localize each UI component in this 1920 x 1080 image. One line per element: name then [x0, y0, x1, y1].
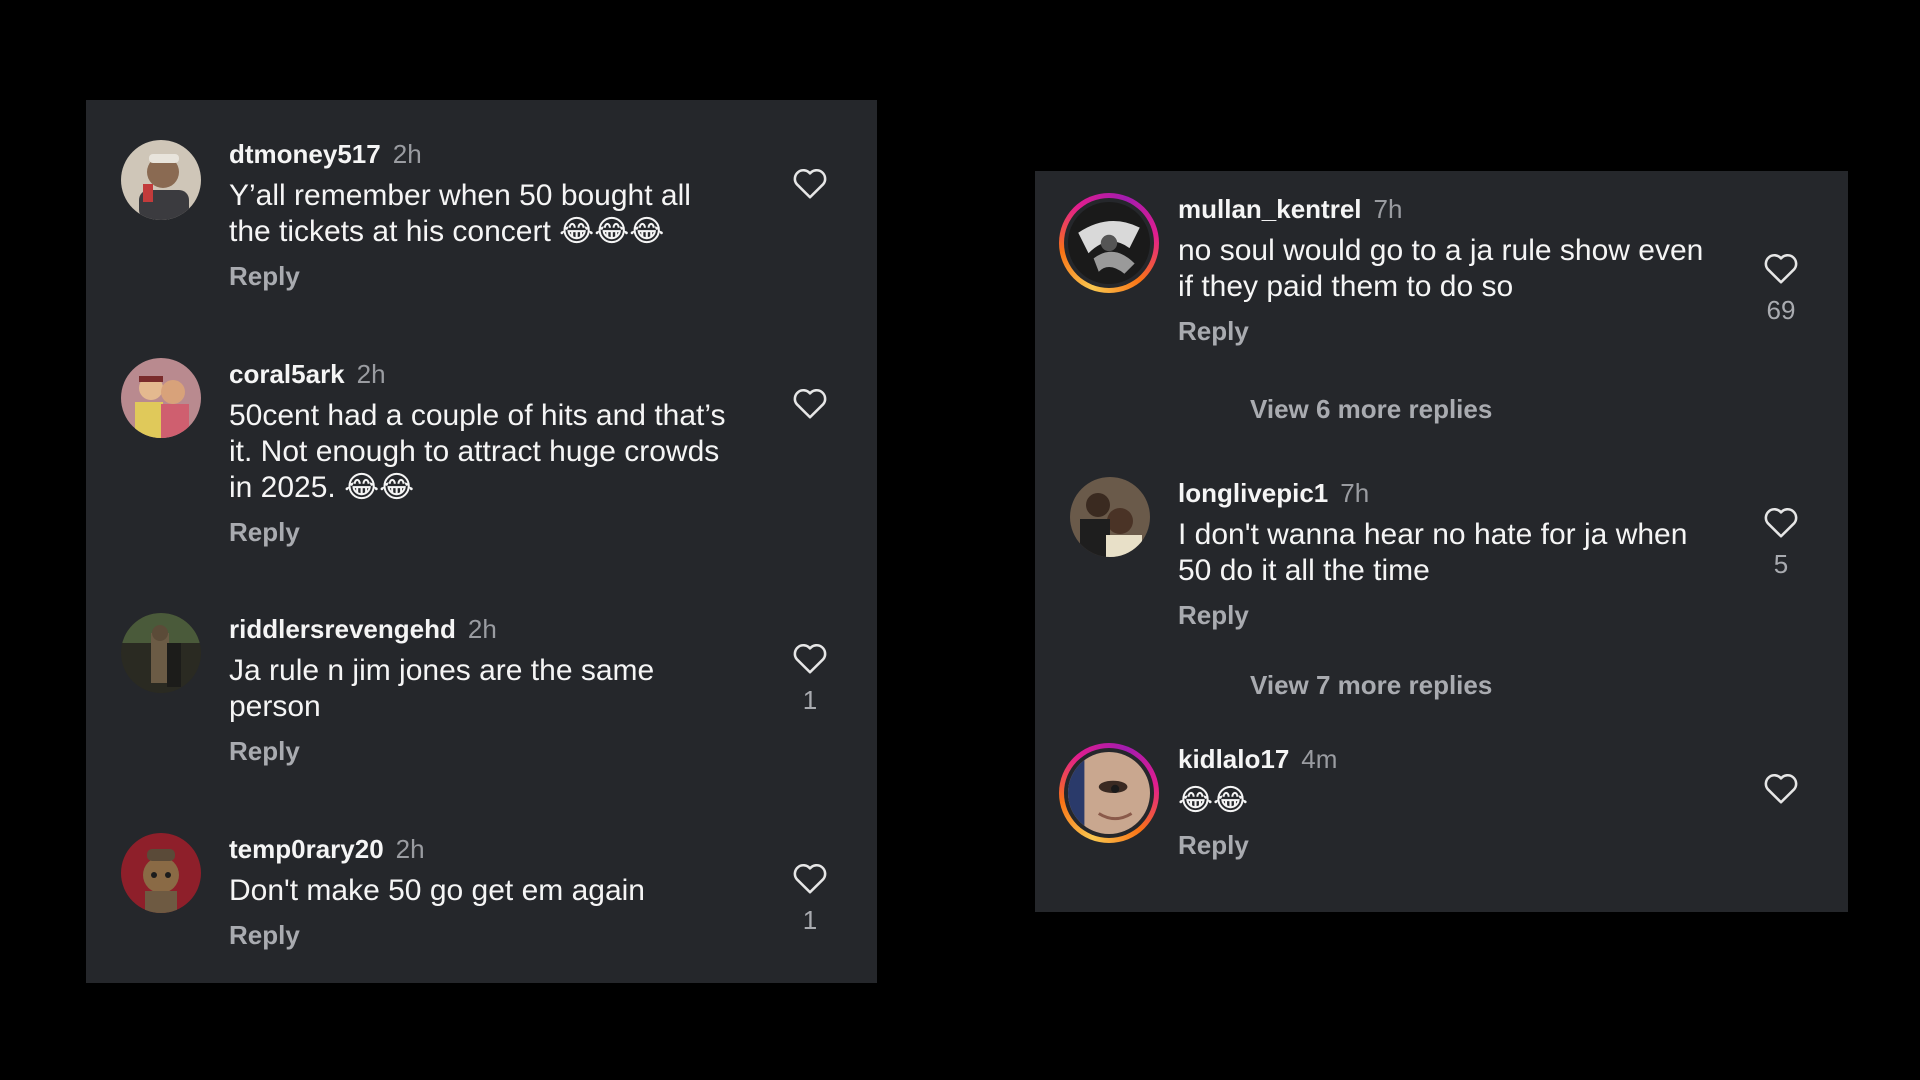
timestamp: 2h — [467, 614, 497, 644]
comment-text: I don't wanna hear no hate for ja when 5… — [1178, 518, 1688, 587]
timestamp: 2h — [356, 359, 386, 389]
heart-icon[interactable] — [792, 386, 828, 420]
username[interactable]: dtmoney517 — [229, 139, 381, 169]
avatar[interactable] — [121, 140, 201, 220]
like-control — [785, 166, 835, 200]
avatar[interactable] — [121, 358, 201, 438]
comment-header: coral5ark 2h — [229, 358, 737, 390]
timestamp: 7h — [1340, 478, 1370, 508]
comment-header: dtmoney517 2h — [229, 138, 737, 170]
username[interactable]: kidlalo17 — [1178, 744, 1289, 774]
comment-text: no soul would go to a ja rule show even … — [1178, 234, 1704, 303]
left-comments-panel: dtmoney517 2h Y’all remember when 50 boug… — [86, 100, 877, 983]
reply-button[interactable]: Reply — [1178, 315, 1249, 347]
comment-text: Y’all remember when 50 bought all the ti… — [229, 179, 691, 248]
like-control: 5 — [1756, 505, 1806, 579]
heart-icon[interactable] — [1763, 505, 1799, 539]
heart-icon[interactable] — [792, 641, 828, 675]
comment-header: temp0rary20 2h — [229, 833, 737, 865]
username[interactable]: riddlersrevengehd — [229, 614, 456, 644]
avatar-image — [1068, 752, 1150, 834]
like-control: 69 — [1756, 251, 1806, 325]
like-control: 1 — [785, 861, 835, 935]
heart-icon[interactable] — [1763, 251, 1799, 285]
avatar-image — [1068, 202, 1150, 284]
view-more-replies-button[interactable]: View 7 more replies — [1250, 669, 1492, 701]
avatar-image — [121, 140, 201, 220]
comment-header: kidlalo17 4m — [1178, 743, 1708, 775]
like-control: 1 — [785, 641, 835, 715]
comment-text: 50cent had a couple of hits and that’s i… — [229, 399, 726, 504]
comment-text: Don't make 50 go get em again — [229, 874, 645, 907]
avatar-image — [1070, 477, 1150, 557]
username[interactable]: mullan_kentrel — [1178, 194, 1362, 224]
like-count: 1 — [802, 685, 818, 715]
right-comments-panel: mullan_kentrel 7h no soul would go to a j… — [1035, 171, 1848, 912]
timestamp: 4m — [1301, 744, 1338, 774]
avatar[interactable] — [121, 613, 201, 693]
timestamp: 2h — [395, 834, 425, 864]
like-count: 69 — [1766, 295, 1796, 325]
username[interactable]: longlivepic1 — [1178, 478, 1328, 508]
reply-button[interactable]: Reply — [1178, 599, 1249, 631]
avatar[interactable] — [1070, 477, 1150, 557]
username[interactable]: coral5ark — [229, 359, 345, 389]
reply-button[interactable]: Reply — [1178, 829, 1249, 861]
story-avatar[interactable] — [1059, 193, 1159, 293]
comment-text: Ja rule n jim jones are the same person — [229, 654, 655, 723]
like-control — [1756, 771, 1806, 805]
story-avatar[interactable] — [1059, 743, 1159, 843]
reply-button[interactable]: Reply — [229, 735, 300, 767]
timestamp: 7h — [1373, 194, 1403, 224]
reply-button[interactable]: Reply — [229, 516, 300, 548]
like-count: 1 — [802, 905, 818, 935]
comment-text: 😂😂 — [1178, 783, 1249, 818]
avatar-image — [121, 613, 201, 693]
heart-icon[interactable] — [792, 861, 828, 895]
like-control — [785, 386, 835, 420]
comment-header: mullan_kentrel 7h — [1178, 193, 1708, 225]
timestamp: 2h — [392, 139, 422, 169]
avatar-image — [121, 833, 201, 913]
reply-button[interactable]: Reply — [229, 919, 300, 951]
avatar[interactable] — [121, 833, 201, 913]
like-count: 5 — [1773, 549, 1789, 579]
view-more-replies-button[interactable]: View 6 more replies — [1250, 393, 1492, 425]
heart-icon[interactable] — [792, 166, 828, 200]
heart-icon[interactable] — [1763, 771, 1799, 805]
comment-header: riddlersrevengehd 2h — [229, 613, 737, 645]
avatar-image — [121, 358, 201, 438]
username[interactable]: temp0rary20 — [229, 834, 384, 864]
comment-header: longlivepic1 7h — [1178, 477, 1708, 509]
reply-button[interactable]: Reply — [229, 260, 300, 292]
